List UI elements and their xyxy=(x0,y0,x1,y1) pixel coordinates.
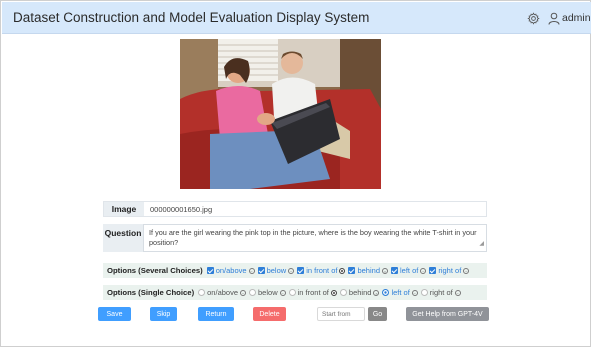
options-several-row: Options (Several Choices) on/above − belo… xyxy=(103,263,487,278)
radio-icon[interactable] xyxy=(288,289,296,296)
save-button[interactable]: Save xyxy=(98,307,131,321)
close-circle-icon[interactable]: × xyxy=(382,267,388,274)
question-textarea[interactable]: If you are the girl wearing the pink top… xyxy=(143,224,487,252)
app-window: Dataset Construction and Model Evaluatio… xyxy=(0,0,591,347)
dataset-image xyxy=(180,39,381,189)
checkbox-checked-icon[interactable] xyxy=(348,267,356,274)
radio-icon[interactable] xyxy=(420,289,428,296)
resize-handle-icon[interactable]: ◢ xyxy=(479,239,484,249)
option-checkbox[interactable]: left of − xyxy=(391,266,427,275)
option-radio[interactable]: behind × xyxy=(339,288,380,297)
remove-circle-icon[interactable]: − xyxy=(240,289,247,296)
option-checkbox[interactable]: right of − xyxy=(429,266,470,275)
checkbox-checked-icon[interactable] xyxy=(429,267,437,274)
remove-circle-icon[interactable]: − xyxy=(463,267,470,274)
remove-circle-icon[interactable]: − xyxy=(420,267,427,274)
radio-icon[interactable] xyxy=(339,289,347,296)
options-single-row: Options (Single Choice) on/above − below −… xyxy=(103,285,487,300)
checkbox-checked-icon[interactable] xyxy=(297,267,305,274)
delete-button[interactable]: Delete xyxy=(253,307,286,321)
remove-circle-icon[interactable]: − xyxy=(411,289,418,296)
app-title: Dataset Construction and Model Evaluatio… xyxy=(13,10,370,25)
gpt-help-button[interactable]: Get Help from GPT-4V xyxy=(406,307,489,321)
radio-icon[interactable] xyxy=(249,289,257,296)
gear-icon[interactable] xyxy=(527,12,540,25)
close-circle-icon[interactable]: × xyxy=(373,289,380,296)
question-label: Question xyxy=(103,224,143,252)
checkbox-checked-icon[interactable] xyxy=(257,267,265,274)
checkbox-checked-icon[interactable] xyxy=(206,267,214,274)
remove-circle-icon[interactable]: − xyxy=(279,289,286,296)
remove-circle-icon[interactable]: − xyxy=(288,267,295,274)
option-radio[interactable]: on/above − xyxy=(198,288,247,297)
radio-dot-icon[interactable] xyxy=(330,289,337,296)
start-from-input[interactable] xyxy=(317,307,365,321)
option-radio[interactable]: right of − xyxy=(420,288,461,297)
username[interactable]: admin xyxy=(562,12,591,24)
image-field-row: Image 000000001650.jpg xyxy=(103,201,487,217)
option-checkbox[interactable]: below − xyxy=(257,266,295,275)
remove-circle-icon[interactable]: − xyxy=(454,289,461,296)
image-filename: 000000001650.jpg xyxy=(144,202,486,216)
options-several-label: Options (Several Choices) xyxy=(107,266,203,275)
radio-selected-icon[interactable] xyxy=(382,289,390,296)
option-checkbox[interactable]: behind × xyxy=(348,266,388,275)
return-button[interactable]: Return xyxy=(198,307,234,321)
image-label: Image xyxy=(104,202,144,216)
option-checkbox[interactable]: in front of xyxy=(297,266,346,275)
question-field-row: Question If you are the girl wearing the… xyxy=(103,224,487,252)
question-text: If you are the girl wearing the pink top… xyxy=(149,228,477,247)
radio-dot-icon[interactable] xyxy=(339,267,346,274)
checkbox-checked-icon[interactable] xyxy=(391,267,398,274)
option-radio[interactable]: in front of xyxy=(288,288,337,297)
go-button[interactable]: Go xyxy=(368,307,387,321)
user-icon[interactable] xyxy=(548,12,560,25)
option-checkbox[interactable]: on/above − xyxy=(206,266,255,275)
options-single-label: Options (Single Choice) xyxy=(107,288,195,297)
option-radio[interactable]: below − xyxy=(249,288,286,297)
remove-circle-icon[interactable]: − xyxy=(248,267,255,274)
radio-icon[interactable] xyxy=(198,289,206,296)
option-radio-selected[interactable]: left of − xyxy=(382,288,418,297)
skip-button[interactable]: Skip xyxy=(150,307,177,321)
header-bar: Dataset Construction and Model Evaluatio… xyxy=(2,2,591,34)
